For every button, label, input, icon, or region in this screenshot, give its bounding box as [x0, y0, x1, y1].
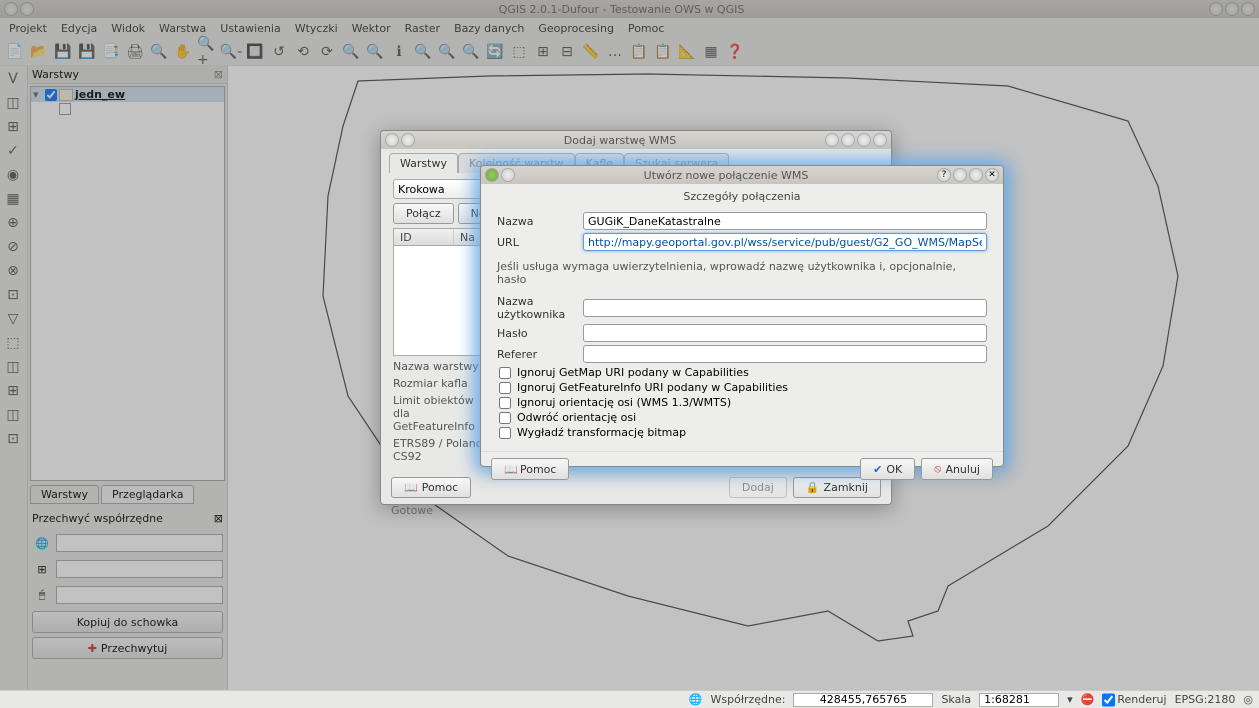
new-conn-title: Utwórz nowe połączenie WMS [515, 169, 937, 182]
pass-input[interactable] [583, 324, 987, 342]
dlg2-min[interactable] [953, 168, 967, 182]
name-input[interactable] [583, 212, 987, 230]
user-input[interactable] [583, 299, 987, 317]
status-bar: 🌐 Współrzędne: Skala ▾ ⛔ Renderuj EPSG:2… [0, 690, 1259, 708]
dlg1-max2[interactable] [857, 133, 871, 147]
scale-label: Skala [941, 693, 971, 706]
dlg1-icon [385, 133, 399, 147]
conn-cancel-button[interactable]: ⦸Anuluj [921, 458, 993, 480]
connect-button[interactable]: Połącz [393, 203, 454, 224]
conn-section-title: Szczegóły połączenia [481, 184, 1003, 205]
url-label: URL [497, 236, 583, 249]
col-id[interactable]: ID [394, 229, 454, 245]
layer-name-label: Nazwa warstwy [393, 360, 493, 373]
render-checkbox[interactable] [1102, 693, 1115, 707]
dlg1-min[interactable] [825, 133, 839, 147]
dlg2-close[interactable]: ✕ [985, 168, 999, 182]
wms-help-button[interactable]: 📖 Pomoc [391, 477, 471, 498]
dlg2-max[interactable] [969, 168, 983, 182]
dlg1-close[interactable] [873, 133, 887, 147]
dlg2-icon [485, 168, 499, 182]
scale-display[interactable] [979, 693, 1059, 707]
toggle-extents-icon[interactable]: 🌐 [689, 693, 703, 706]
add-wms-title: Dodaj warstwę WMS [415, 134, 825, 147]
smooth-pixmap-checkbox[interactable] [499, 427, 511, 439]
crs-status-icon[interactable]: ◎ [1243, 693, 1253, 706]
stop-render-icon[interactable]: ⛔ [1081, 693, 1095, 706]
ref-input[interactable] [583, 345, 987, 363]
conn-ok-button[interactable]: ✔OK [860, 458, 915, 480]
dlg2-help[interactable]: ? [937, 168, 951, 182]
dlg1-max[interactable] [841, 133, 855, 147]
user-label: Nazwa użytkownika [497, 295, 583, 321]
coords-label: Współrzędne: [711, 693, 786, 706]
new-wms-connection-dialog: Utwórz nowe połączenie WMS ? ✕ Szczegóły… [480, 165, 1004, 467]
ref-label: Referer [497, 348, 583, 361]
crs-label: ETRS89 / Poland CS92 [393, 437, 493, 463]
ignore-axis-checkbox[interactable] [499, 397, 511, 409]
tile-size-label: Rozmiar kafla [393, 377, 493, 390]
url-input[interactable] [583, 233, 987, 251]
scale-lock-icon[interactable]: ▾ [1067, 693, 1073, 706]
ignore-getfeatureinfo-checkbox[interactable] [499, 382, 511, 394]
wms-status: Gotowe [381, 502, 891, 519]
feature-limit-label: Limit obiektów dla GetFeatureInfo [393, 394, 493, 433]
pass-label: Hasło [497, 327, 583, 340]
epsg-label[interactable]: EPSG:2180 [1175, 693, 1236, 706]
dlg2-icon2 [501, 168, 515, 182]
conn-help-button[interactable]: 📖Pomoc [491, 458, 569, 480]
coords-display[interactable] [793, 693, 933, 707]
ignore-getmap-checkbox[interactable] [499, 367, 511, 379]
auth-hint: Jeśli usługa wymaga uwierzytelnienia, wp… [497, 254, 987, 292]
wms-tab-layers[interactable]: Warstwy [389, 153, 458, 173]
invert-axis-checkbox[interactable] [499, 412, 511, 424]
dlg1-icon2 [401, 133, 415, 147]
name-label: Nazwa [497, 215, 583, 228]
